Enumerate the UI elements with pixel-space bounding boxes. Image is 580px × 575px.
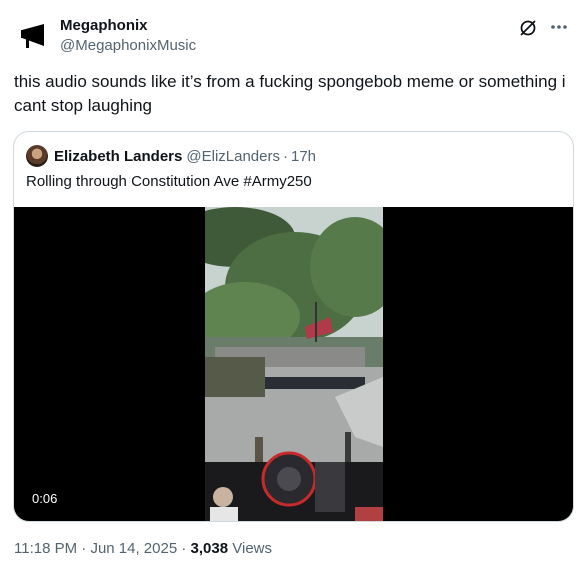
quote-avatar[interactable] bbox=[26, 145, 48, 167]
tweet-header: Megaphonix @MegaphonixMusic bbox=[14, 14, 570, 58]
quote-display-name[interactable]: Elizabeth Landers bbox=[54, 148, 182, 165]
quote-header: Elizabeth Landers @ElizLanders · 17h bbox=[26, 144, 316, 168]
video-player[interactable]: 0:06 bbox=[14, 207, 573, 521]
tweet-text: this audio sounds like it’s from a fucki… bbox=[14, 72, 566, 115]
tweet-date[interactable]: Jun 14, 2025 bbox=[90, 540, 177, 557]
tweet: Megaphonix @MegaphonixMusic this audio s… bbox=[0, 0, 580, 575]
views-count[interactable]: 3,038 bbox=[191, 540, 229, 557]
video-duration: 0:06 bbox=[26, 489, 64, 509]
meta-separator: · bbox=[81, 540, 87, 557]
author-display-name[interactable]: Megaphonix bbox=[60, 16, 196, 36]
views-label: Views bbox=[232, 540, 272, 557]
megaphone-icon[interactable] bbox=[18, 22, 50, 54]
meta-separator: · bbox=[181, 540, 187, 557]
author-handle[interactable]: @MegaphonixMusic bbox=[60, 36, 196, 56]
quote-handle[interactable]: @ElizLanders bbox=[186, 148, 280, 165]
video-thumbnail bbox=[205, 207, 383, 521]
quoted-tweet[interactable]: Elizabeth Landers @ElizLanders · 17h Rol… bbox=[13, 131, 574, 522]
quote-timestamp[interactable]: 17h bbox=[291, 148, 316, 165]
quote-text: Rolling through Constitution Ave #Army25… bbox=[26, 173, 312, 190]
quote-separator: · bbox=[282, 147, 288, 165]
tweet-meta: 11:18 PM · Jun 14, 2025 · 3,038 Views bbox=[14, 540, 272, 557]
more-icon[interactable] bbox=[548, 16, 570, 38]
author-names: Megaphonix @MegaphonixMusic bbox=[60, 16, 196, 56]
grok-icon[interactable] bbox=[518, 18, 538, 38]
tweet-time[interactable]: 11:18 PM bbox=[14, 540, 77, 557]
